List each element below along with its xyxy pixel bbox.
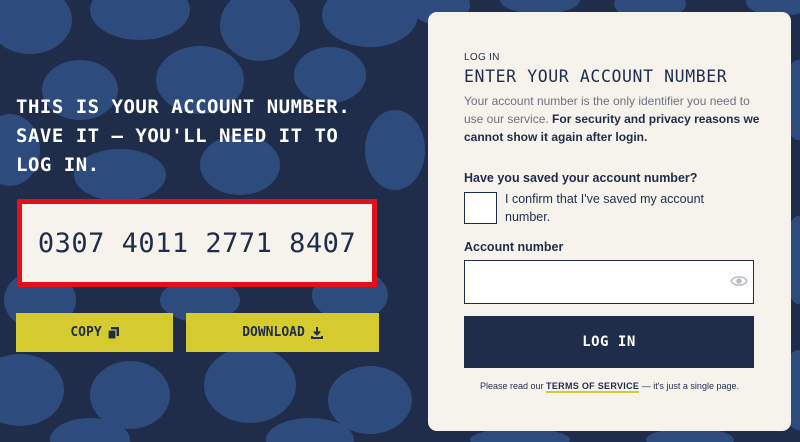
eye-icon[interactable] bbox=[730, 274, 748, 288]
download-button[interactable]: DOWNLOAD bbox=[186, 313, 379, 352]
tos-prefix: Please read our bbox=[480, 381, 547, 391]
login-button[interactable]: LOG IN bbox=[464, 316, 754, 368]
headline-line-1: THIS IS YOUR ACCOUNT NUMBER. bbox=[16, 96, 351, 118]
copy-button-label: COPY bbox=[70, 325, 102, 340]
confirm-saved-label[interactable]: I confirm that I've saved my account num… bbox=[505, 190, 745, 226]
login-title: ENTER YOUR ACCOUNT NUMBER bbox=[464, 67, 728, 86]
headline-line-2: SAVE IT — YOU'LL NEED IT TO bbox=[16, 125, 339, 147]
login-description: Your account number is the only identifi… bbox=[464, 92, 764, 146]
account-number-panel: THIS IS YOUR ACCOUNT NUMBER. SAVE IT — Y… bbox=[0, 0, 420, 442]
saved-question-label: Have you saved your account number? bbox=[464, 171, 698, 185]
account-number-text: 0307 4011 2771 8407 bbox=[37, 227, 357, 259]
login-card: LOG IN ENTER YOUR ACCOUNT NUMBER Your ac… bbox=[428, 12, 791, 431]
terms-notice: Please read our TERMS OF SERVICE — it's … bbox=[428, 381, 791, 393]
download-icon bbox=[310, 326, 323, 339]
confirm-saved-checkbox[interactable] bbox=[464, 192, 497, 224]
tos-suffix: — it's just a single page. bbox=[639, 381, 739, 391]
copy-button[interactable]: COPY bbox=[16, 313, 173, 352]
download-button-label: DOWNLOAD bbox=[242, 325, 305, 340]
copy-icon bbox=[107, 326, 119, 339]
account-number-headline: THIS IS YOUR ACCOUNT NUMBER. SAVE IT — Y… bbox=[16, 93, 396, 180]
headline-line-3: LOG IN. bbox=[16, 154, 100, 176]
account-number-label: Account number bbox=[464, 240, 564, 254]
login-eyebrow: LOG IN bbox=[464, 52, 500, 63]
account-number-box: 0307 4011 2771 8407 bbox=[17, 199, 377, 287]
account-number-input[interactable] bbox=[464, 260, 754, 304]
terms-of-service-link[interactable]: TERMS OF SERVICE bbox=[546, 381, 640, 393]
